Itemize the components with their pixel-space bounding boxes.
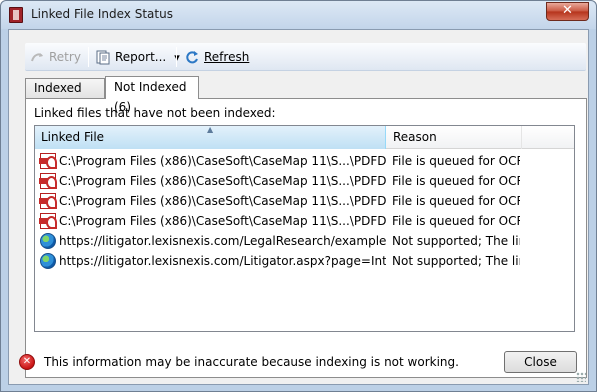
reason-text: Not supported; The lin... bbox=[392, 234, 520, 248]
resize-grip-icon[interactable] bbox=[576, 372, 586, 382]
list-item[interactable]: https://litigator.lexisnexis.com/Litigat… bbox=[38, 251, 568, 271]
pdf-icon bbox=[39, 193, 57, 209]
close-button[interactable]: Close bbox=[504, 351, 577, 373]
refresh-label: Refresh bbox=[204, 50, 250, 64]
refresh-icon bbox=[184, 49, 200, 65]
tab-not-indexed[interactable]: Not Indexed (6) bbox=[105, 76, 199, 114]
retry-label: Retry bbox=[49, 50, 81, 64]
linked-file-path: C:\Program Files (x86)\CaseSoft\CaseMap … bbox=[59, 214, 386, 228]
linked-file-path: https://litigator.lexisnexis.com/LegalRe… bbox=[59, 234, 386, 248]
status-message: This information may be inaccurate becau… bbox=[44, 355, 459, 369]
toolbar-separator bbox=[88, 47, 89, 67]
retry-icon bbox=[29, 49, 45, 65]
column-header-reason[interactable]: Reason bbox=[387, 126, 522, 149]
globe-icon bbox=[40, 253, 56, 269]
report-icon bbox=[95, 49, 111, 65]
reason-text: File is queued for OCR. bbox=[392, 194, 520, 208]
reason-text: File is queued for OCR. bbox=[392, 214, 520, 228]
pdf-icon bbox=[39, 173, 57, 189]
reason-text: File is queued for OCR. bbox=[392, 174, 520, 188]
window-close-button[interactable]: ✕ bbox=[546, 2, 589, 21]
toolbar: Retry Report... ▾ Refresh bbox=[25, 43, 586, 71]
report-button[interactable]: Report... ▾ bbox=[95, 48, 180, 66]
dialog-client: Retry Report... ▾ Refresh Indexed (10) N… bbox=[8, 29, 589, 385]
list-item[interactable]: C:\Program Files (x86)\CaseSoft\CaseMap … bbox=[38, 171, 568, 191]
pdf-icon bbox=[39, 213, 57, 229]
linked-file-path: C:\Program Files (x86)\CaseSoft\CaseMap … bbox=[59, 154, 386, 168]
error-icon: ✕ bbox=[19, 354, 35, 370]
dialog-window: Linked File Index Status ✕ Retry Report.… bbox=[0, 0, 597, 392]
tab-indexed[interactable]: Indexed (10) bbox=[25, 78, 105, 113]
list-header: Linked File Reason ▲ bbox=[35, 126, 574, 149]
reason-text: File is queued for OCR. bbox=[392, 154, 520, 168]
app-icon bbox=[9, 7, 23, 23]
globe-icon bbox=[40, 233, 56, 249]
tab-panel: Linked files that have not been indexed:… bbox=[25, 98, 587, 378]
status-bar: ✕ This information may be inaccurate bec… bbox=[19, 352, 459, 372]
retry-button[interactable]: Retry bbox=[29, 48, 81, 66]
linked-file-path: https://litigator.lexisnexis.com/Litigat… bbox=[59, 254, 386, 268]
linked-file-path: C:\Program Files (x86)\CaseSoft\CaseMap … bbox=[59, 194, 386, 208]
list-item[interactable]: https://litigator.lexisnexis.com/LegalRe… bbox=[38, 231, 568, 251]
report-label: Report... bbox=[115, 50, 167, 64]
window-title: Linked File Index Status bbox=[31, 7, 173, 21]
list-item[interactable]: C:\Program Files (x86)\CaseSoft\CaseMap … bbox=[38, 151, 568, 171]
panel-caption: Linked files that have not been indexed: bbox=[34, 106, 276, 120]
refresh-button[interactable]: Refresh bbox=[184, 48, 249, 66]
linked-file-path: C:\Program Files (x86)\CaseSoft\CaseMap … bbox=[59, 174, 386, 188]
toolbar-separator bbox=[176, 47, 177, 67]
list-item[interactable]: C:\Program Files (x86)\CaseSoft\CaseMap … bbox=[38, 211, 568, 231]
pdf-icon bbox=[39, 153, 57, 169]
sort-ascending-icon: ▲ bbox=[207, 125, 214, 134]
linked-files-list[interactable]: Linked File Reason ▲ C:\Program Files (x… bbox=[34, 125, 575, 332]
title-bar[interactable]: Linked File Index Status ✕ bbox=[1, 1, 596, 29]
reason-text: Not supported; The lin... bbox=[392, 254, 520, 268]
list-item[interactable]: C:\Program Files (x86)\CaseSoft\CaseMap … bbox=[38, 191, 568, 211]
